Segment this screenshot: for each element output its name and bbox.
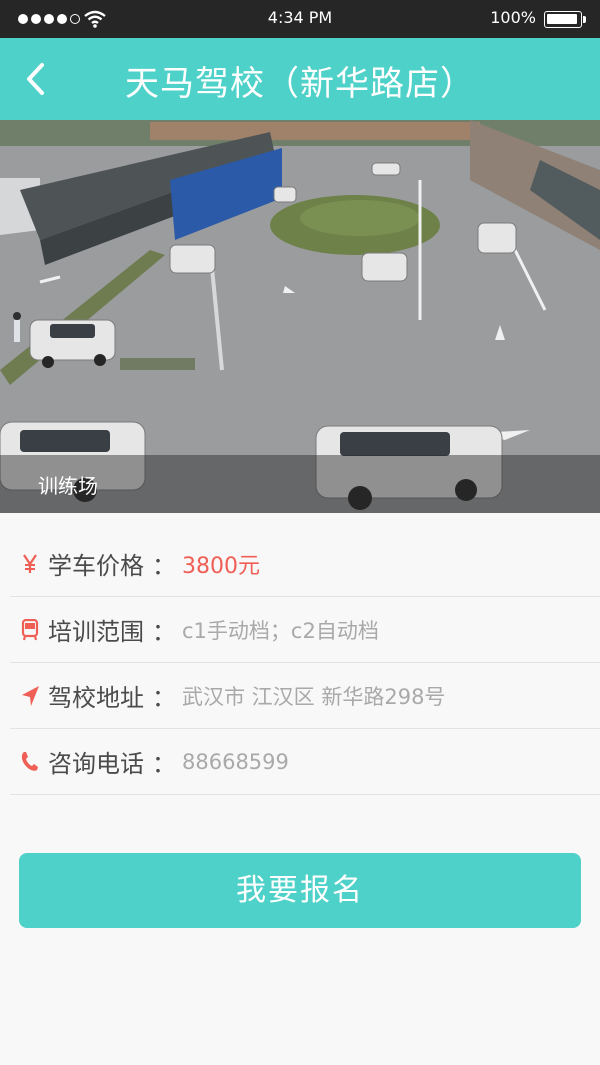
training-ground-photo: 训练场 — [0, 120, 600, 513]
phone-value[interactable]: 88668599 — [182, 750, 289, 774]
list-item-training-scope: 培训范围 ： c1手动档；c2自动档 — [10, 597, 600, 663]
price-label: 学车价格 — [48, 552, 144, 580]
hero-caption-bar: 训练场 — [0, 455, 600, 513]
battery-percentage: 100% — [490, 8, 536, 27]
bus-icon — [12, 615, 48, 645]
list-item-price: 学车价格 ： 3800元 — [10, 531, 600, 597]
school-info-list: 学车价格 ： 3800元 培训范围 ： c1手动档；c2自动档 驾校地址 ： 武… — [10, 531, 600, 795]
address-value: 武汉市 江汉区 新华路298号 — [182, 684, 446, 709]
price-colon: ： — [152, 552, 176, 580]
price-value: 3800元 — [182, 553, 260, 579]
phone-colon: ： — [152, 750, 176, 778]
training-scope-label: 培训范围 — [48, 618, 144, 646]
hero-caption: 训练场 — [38, 474, 98, 498]
phone-icon — [12, 747, 48, 777]
battery-icon — [544, 11, 582, 28]
phone-label: 咨询电话 — [48, 750, 144, 778]
training-scope-value: c1手动档；c2自动档 — [182, 618, 379, 643]
list-item-address[interactable]: 驾校地址 ： 武汉市 江汉区 新华路298号 — [10, 663, 600, 729]
address-label: 驾校地址 — [48, 684, 144, 712]
page-title: 天马驾校（新华路店） — [125, 64, 475, 104]
signup-button[interactable]: 我要报名 — [19, 853, 581, 928]
status-bar: 4:34 PM 100% — [0, 0, 600, 38]
list-item-phone[interactable]: 咨询电话 ： 88668599 — [10, 729, 600, 795]
yen-icon — [12, 549, 48, 579]
nav-header: 天马驾校（新华路店） — [0, 38, 600, 120]
address-colon: ： — [152, 684, 176, 712]
location-arrow-icon — [12, 681, 48, 711]
training-scope-colon: ： — [152, 618, 176, 646]
